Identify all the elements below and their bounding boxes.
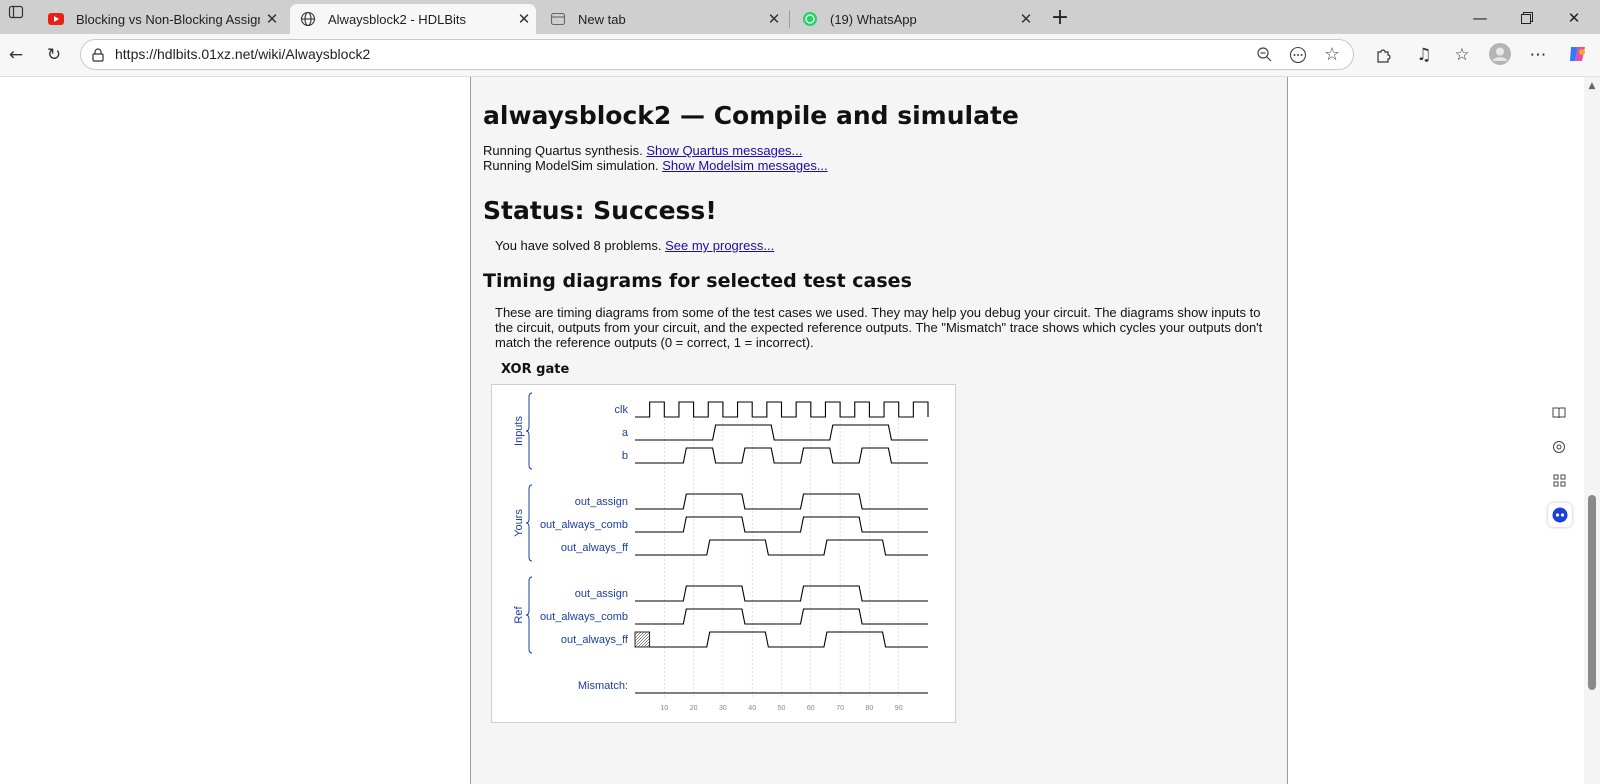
page-title: alwaysblock2 — Compile and simulate <box>483 101 1019 130</box>
mismatch-label: Mismatch: <box>578 680 628 692</box>
trace-clk <box>635 401 929 418</box>
new-tab-icon[interactable]: + <box>1038 6 1082 30</box>
reading-view-icon[interactable] <box>1548 402 1570 424</box>
media-control-icon[interactable]: ♫ <box>1412 43 1436 67</box>
back-icon[interactable]: ← <box>4 43 28 67</box>
hatch-line <box>634 631 639 636</box>
hatch-line <box>637 635 650 648</box>
signal-label: out_always_ff <box>561 542 629 554</box>
time-tick-label: 60 <box>807 705 815 712</box>
scroll-up-icon[interactable]: ▲ <box>1584 81 1600 91</box>
signal-label: out_always_comb <box>540 611 628 623</box>
menu-icon[interactable]: ⋯ <box>1526 43 1550 67</box>
tab-whatsapp[interactable]: (19) WhatsApp ✕ <box>792 4 1038 34</box>
solved-text: You have solved 8 problems. <box>495 238 666 253</box>
youtube-icon <box>48 11 64 27</box>
signal-label: b <box>622 450 628 462</box>
solved-line: You have solved 8 problems. See my progr… <box>495 238 774 253</box>
newtab-icon <box>550 11 566 27</box>
tab-alwaysblock2[interactable]: Alwaysblock2 - HDLBits ✕ <box>290 4 536 34</box>
more-page-icon[interactable] <box>1289 46 1307 68</box>
content-column: alwaysblock2 — Compile and simulate Runn… <box>470 77 1288 784</box>
tab-actions-icon[interactable] <box>4 4 28 28</box>
show-modelsim-messages-link[interactable]: Show Modelsim messages... <box>662 158 827 173</box>
page-viewport: alwaysblock2 — Compile and simulate Runn… <box>0 77 1584 784</box>
timing-diagram: 10 20 30 40 50 60 70 80 90 clk a b Inputs out_assign o… <box>491 384 956 723</box>
page-scrollbar[interactable]: ▲ <box>1584 77 1600 784</box>
hatch-line <box>634 631 642 639</box>
location-icon[interactable] <box>1548 436 1570 458</box>
tab-title: (19) WhatsApp <box>830 11 917 27</box>
signal-label: out_assign <box>575 588 628 600</box>
group-label: Inputs <box>513 416 525 446</box>
close-icon[interactable]: ✕ <box>512 10 536 28</box>
see-my-progress-link[interactable]: See my progress... <box>665 238 774 253</box>
apps-grid-icon[interactable] <box>1548 470 1570 492</box>
signal-label: out_always_comb <box>540 519 628 531</box>
show-quartus-messages-link[interactable]: Show Quartus messages... <box>646 143 802 158</box>
timing-description: These are timing diagrams from some of t… <box>495 305 1263 350</box>
waveform-svg: 10 20 30 40 50 60 70 80 90clkabInputsout_assigno… <box>513 392 929 712</box>
assistant-icon[interactable] <box>1548 503 1572 527</box>
copilot-icon[interactable] <box>1566 43 1590 67</box>
modelsim-status-text: Running ModelSim simulation. <box>483 158 663 173</box>
time-tick-label: 10 <box>660 705 668 712</box>
address-bar[interactable]: https://hdlbits.01xz.net/wiki/Alwaysbloc… <box>80 39 1354 70</box>
url-text[interactable]: https://hdlbits.01xz.net/wiki/Alwaysbloc… <box>115 40 370 69</box>
quartus-line: Running Quartus synthesis. Show Quartus … <box>483 143 802 158</box>
tab-new-tab[interactable]: New tab ✕ <box>540 4 786 34</box>
signal-label: clk <box>615 404 629 416</box>
time-tick-label: 30 <box>719 705 727 712</box>
zoom-out-icon[interactable] <box>1256 46 1272 66</box>
hatch-line <box>643 641 650 648</box>
tab-title: New tab <box>578 11 626 27</box>
favorite-star-icon[interactable]: ☆ <box>1324 44 1340 65</box>
group-label: Ref <box>513 606 525 624</box>
time-tick-label: 20 <box>690 705 698 712</box>
close-icon[interactable]: ✕ <box>1014 10 1038 28</box>
address-toolbar: ← ↻ https://hdlbits.01xz.net/wiki/Always… <box>0 34 1600 77</box>
extensions-icon[interactable] <box>1372 43 1396 67</box>
time-tick-label: 90 <box>895 705 903 712</box>
signal-label: a <box>622 427 629 439</box>
minimize-icon[interactable]: — <box>1458 6 1502 30</box>
close-icon[interactable]: ✕ <box>260 10 284 28</box>
tab-title: Alwaysblock2 - HDLBits <box>328 11 466 27</box>
time-tick-label: 50 <box>778 705 786 712</box>
trace-ref-out-always-ff <box>649 631 928 648</box>
restore-icon[interactable] <box>1505 6 1549 30</box>
time-tick-label: 70 <box>836 705 844 712</box>
diagram-title: XOR gate <box>501 362 570 377</box>
group-bracket <box>525 576 533 654</box>
refresh-icon[interactable]: ↻ <box>42 43 66 67</box>
time-tick-label: 80 <box>866 705 874 712</box>
globe-icon <box>300 11 316 27</box>
whatsapp-icon <box>802 11 818 27</box>
tab-strip: Blocking vs Non-Blocking Assignm ✕ Alway… <box>0 0 1600 34</box>
hatch-line <box>634 632 650 648</box>
group-label: Yours <box>513 509 525 537</box>
status-heading: Status: Success! <box>483 196 717 225</box>
group-bracket <box>525 484 533 562</box>
profile-avatar[interactable] <box>1488 43 1512 67</box>
timing-heading: Timing diagrams for selected test cases <box>483 270 912 292</box>
close-icon[interactable]: ✕ <box>762 10 786 28</box>
favorites-icon[interactable]: ☆ <box>1450 43 1474 67</box>
hatch-line <box>634 631 648 645</box>
quartus-status-text: Running Quartus synthesis. <box>483 143 647 158</box>
time-tick-label: 40 <box>748 705 756 712</box>
site-info-icon[interactable] <box>91 47 105 66</box>
signal-label: out_assign <box>575 496 628 508</box>
tab-separator <box>789 10 790 28</box>
tab-youtube[interactable]: Blocking vs Non-Blocking Assignm ✕ <box>38 4 284 34</box>
modelsim-line: Running ModelSim simulation. Show Models… <box>483 158 828 173</box>
group-bracket <box>525 392 533 470</box>
tab-title: Blocking vs Non-Blocking Assignm <box>76 11 260 27</box>
close-window-icon[interactable]: ✕ <box>1552 6 1596 30</box>
signal-label: out_always_ff <box>561 634 629 646</box>
scrollbar-thumb[interactable] <box>1588 495 1596 690</box>
